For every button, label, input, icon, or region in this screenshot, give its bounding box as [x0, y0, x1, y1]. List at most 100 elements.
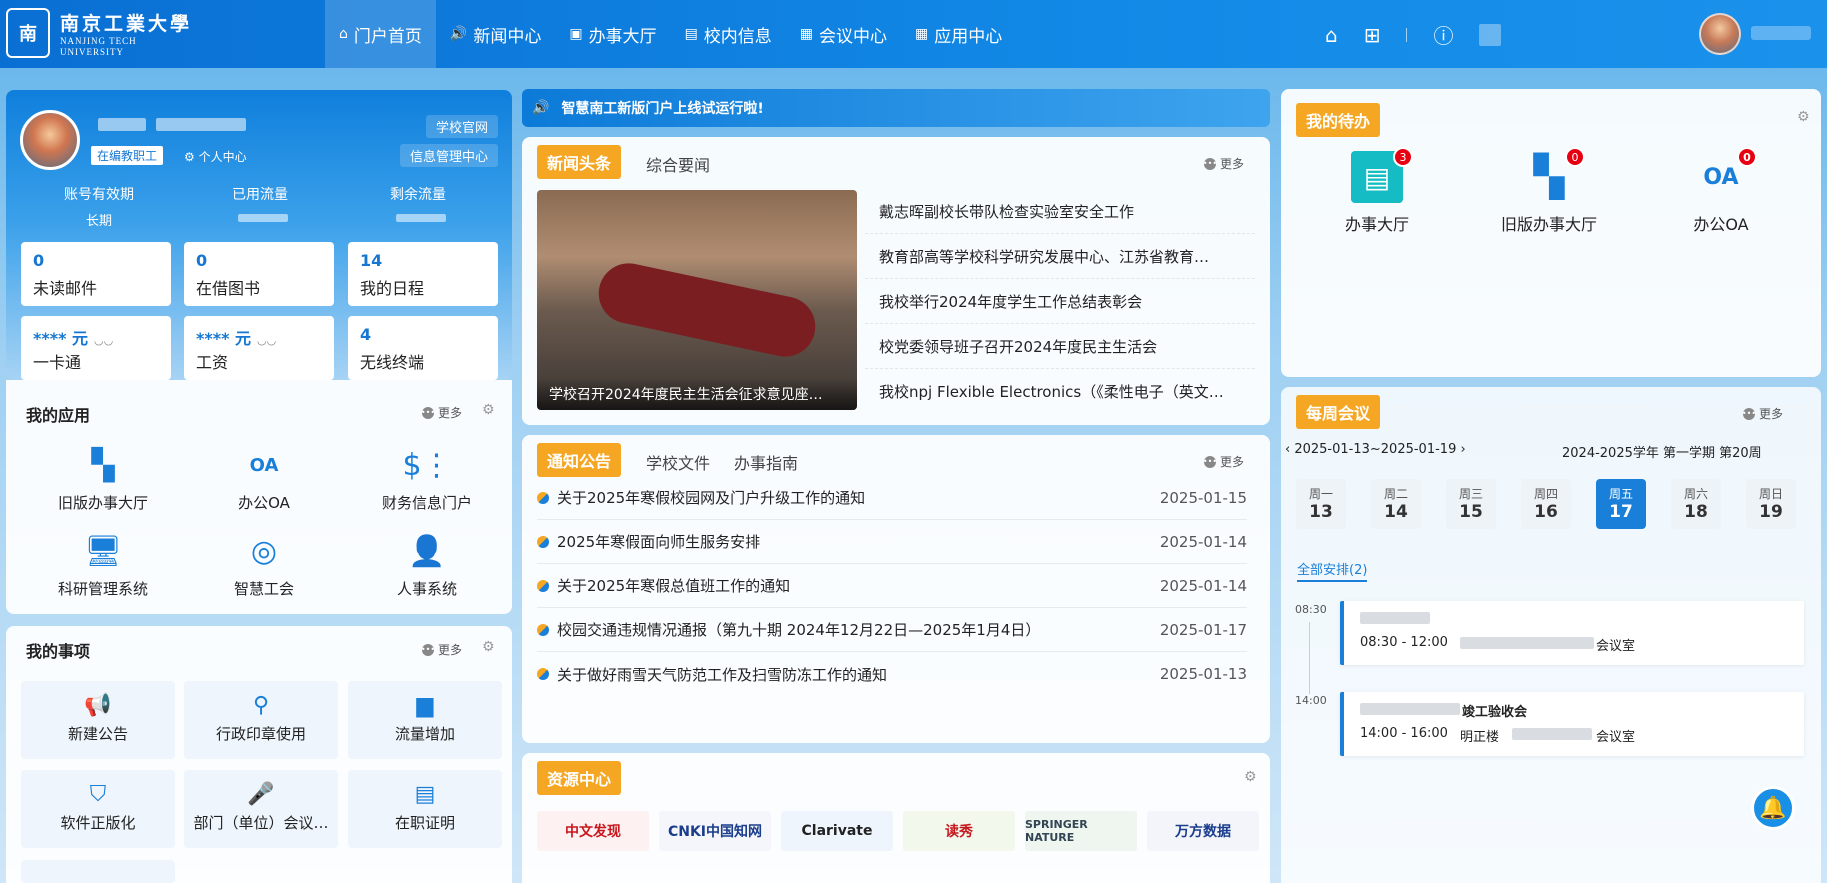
task-partial[interactable]: [21, 860, 175, 883]
chevron-left-icon[interactable]: ‹: [1285, 442, 1290, 457]
day-weekday: 周五: [1608, 487, 1633, 501]
oa-icon: OA: [249, 454, 279, 476]
school-site-link[interactable]: 学校官网: [425, 115, 498, 138]
news-item[interactable]: 我校举行2024年度学生工作总结表彰会: [865, 279, 1255, 324]
tab-school-docs[interactable]: 学校文件: [646, 450, 710, 474]
task-label: 软件正版化: [60, 814, 136, 832]
event-start-time: 08:30: [1295, 603, 1327, 616]
eye-closed-icon[interactable]: ◡◡: [257, 334, 276, 347]
task-software-license[interactable]: ⛉ 软件正版化: [21, 770, 175, 848]
tile-wireless[interactable]: 4 无线终端: [348, 316, 498, 380]
day-sat[interactable]: 周六 18: [1671, 479, 1721, 529]
tab-guides[interactable]: 办事指南: [734, 450, 798, 474]
nav-campus-info[interactable]: ▤ 校内信息: [671, 0, 786, 68]
bullet-icon: [537, 623, 549, 636]
tile-books[interactable]: 0 在借图书: [184, 242, 334, 306]
resource-springer[interactable]: SPRINGER NATURE: [1025, 811, 1137, 851]
nav-apps[interactable]: ▦ 应用中心: [901, 0, 1016, 68]
tab-general-news[interactable]: 综合要闻: [646, 152, 710, 176]
day-wed[interactable]: 周三 15: [1446, 479, 1496, 529]
app-union[interactable]: ◎ 智慧工会: [194, 530, 334, 599]
news-item[interactable]: 戴志晖副校长带队检查实验室安全工作: [865, 189, 1255, 234]
todo-old-service-hall[interactable]: ▚ 0 旧版办事大厅: [1474, 147, 1624, 235]
home-outline-icon: ⌂: [339, 26, 348, 42]
my-tasks-more[interactable]: ••• 更多: [421, 641, 462, 658]
day-fri[interactable]: 周五 17: [1596, 479, 1646, 529]
news-item[interactable]: 校党委领导班子召开2024年度民主生活会: [865, 324, 1255, 369]
news-carousel-image[interactable]: 学校召开2024年度民主生活会征求意见座…: [537, 190, 857, 410]
tile-salary[interactable]: **** 元 ◡◡ 工资: [184, 316, 334, 380]
nav-meetings[interactable]: ▦ 会议中心: [786, 0, 901, 68]
app-hr[interactable]: 👤 人事系统: [357, 530, 497, 599]
todo-oa[interactable]: OA 0 办公OA: [1646, 147, 1796, 235]
notice-row[interactable]: 关于2025年寒假校园网及门户升级工作的通知 2025-01-15: [537, 476, 1247, 520]
my-apps-more[interactable]: ••• 更多: [421, 404, 462, 421]
meeting-card[interactable]: 竣工验收会 14:00 - 16:00 明正楼 会议室: [1340, 692, 1804, 756]
nav-news[interactable]: 🔊 新闻中心: [436, 0, 555, 68]
info-center-link[interactable]: 信息管理中心: [399, 144, 498, 167]
resource-duxiu[interactable]: 读秀: [903, 811, 1015, 851]
week-range-selector[interactable]: ‹ 2025-01-13~2025-01-19 ›: [1285, 442, 1466, 457]
meeting-card[interactable]: 08:30 - 12:00 会议室: [1340, 601, 1804, 665]
blurred-icon[interactable]: [1479, 23, 1502, 46]
user-name-redacted[interactable]: [1751, 26, 1811, 40]
task-traffic-increase[interactable]: ▆ 流量增加: [348, 681, 502, 759]
tile-campus-card[interactable]: **** 元 ◡◡ 一卡通: [21, 316, 171, 380]
nav-label: 门户首页: [353, 26, 422, 47]
todo-service-hall[interactable]: ▤ 3 办事大厅: [1302, 147, 1452, 235]
notice-row[interactable]: 校园交通违规情况通报（第九十期 2024年12月22日—2025年1月4日） 20…: [537, 608, 1247, 652]
task-new-notice[interactable]: 📢 新建公告: [21, 681, 175, 759]
day-mon[interactable]: 周一 13: [1296, 479, 1346, 529]
notice-row[interactable]: 关于2025年寒假总值班工作的通知 2025-01-14: [537, 564, 1247, 608]
app-old-service-hall[interactable]: ▚ 旧版办事大厅: [33, 444, 173, 513]
nav-home[interactable]: ⌂ 门户首页: [325, 0, 436, 68]
eye-closed-icon[interactable]: ◡◡: [94, 334, 113, 347]
bar-chart-icon: ▆: [416, 693, 434, 718]
nav-service-hall[interactable]: ▣ 办事大厅: [555, 0, 670, 68]
resource-cnki[interactable]: CNKI中国知网: [659, 811, 771, 851]
day-sun[interactable]: 周日 19: [1746, 479, 1796, 529]
resource-clarivate[interactable]: Clarivate: [781, 811, 893, 851]
user-avatar[interactable]: [1699, 13, 1741, 55]
chevron-right-icon[interactable]: ›: [1460, 442, 1465, 457]
resource-zhongwen[interactable]: 中文发现: [537, 811, 649, 851]
gear-icon[interactable]: ⚙: [482, 639, 495, 655]
day-tue[interactable]: 周二 14: [1371, 479, 1421, 529]
app-label: 办公OA: [238, 494, 290, 512]
app-research[interactable]: 🖥 科研管理系统: [33, 530, 173, 599]
app-oa[interactable]: OA 办公OA: [194, 444, 334, 513]
notice-row[interactable]: 2025年寒假面向师生服务安排 2025-01-14: [537, 520, 1247, 564]
apps-grid-icon[interactable]: ⊞: [1364, 23, 1381, 47]
app-finance[interactable]: $⋮ 财务信息门户: [357, 444, 497, 513]
tab-headlines[interactable]: 新闻头条: [537, 145, 622, 179]
seal-icon: 南: [6, 8, 50, 58]
tile-mail[interactable]: 0 未读邮件: [21, 242, 171, 306]
all-schedule-tab[interactable]: 全部安排(2): [1297, 559, 1368, 582]
announcement-bar[interactable]: 🔊 智慧南工新版门户上线试运行啦!: [522, 89, 1270, 127]
home-icon[interactable]: ⌂: [1325, 23, 1338, 47]
resource-wanfang[interactable]: 万方数据: [1147, 811, 1259, 851]
task-employment-cert[interactable]: ▤ 在职证明: [348, 770, 502, 848]
notices-more[interactable]: ••• 更多: [1203, 453, 1244, 470]
help-icon[interactable]: ⓘ: [1433, 20, 1453, 49]
day-thu[interactable]: 周四 16: [1521, 479, 1571, 529]
count-badge: 0: [1737, 147, 1757, 167]
tile-label: 在借图书: [196, 279, 261, 298]
task-seal-use[interactable]: ⚲ 行政印章使用: [184, 681, 338, 759]
task-dept-meeting[interactable]: 🎤 部门（单位）会议…: [184, 770, 338, 848]
gear-icon[interactable]: ⚙: [1797, 109, 1810, 125]
news-more[interactable]: ••• 更多: [1203, 155, 1244, 172]
news-item[interactable]: 我校npj Flexible Electronics（《柔性电子（英文…: [865, 369, 1255, 414]
university-logo[interactable]: 南 南京工業大學 NANJING TECH UNIVERSITY: [6, 8, 192, 58]
tile-schedule[interactable]: 14 我的日程: [348, 242, 498, 306]
personal-center-link[interactable]: ⚙ 个人中心: [184, 148, 247, 165]
news-item[interactable]: 教育部高等学校科学研究发展中心、江苏省教育…: [865, 234, 1255, 279]
notice-date: 2025-01-14: [1159, 532, 1247, 551]
stat-value: 长期: [86, 214, 113, 229]
notice-row[interactable]: 关于做好雨雪天气防范工作及扫雪防冻工作的通知 2025-01-13: [537, 652, 1247, 696]
tab-notices[interactable]: 通知公告: [537, 443, 622, 477]
bell-icon[interactable]: 🔔: [1751, 786, 1795, 830]
gear-icon[interactable]: ⚙: [482, 402, 495, 418]
meetings-more[interactable]: ••• 更多: [1742, 405, 1783, 422]
gear-icon[interactable]: ⚙: [1244, 769, 1257, 785]
